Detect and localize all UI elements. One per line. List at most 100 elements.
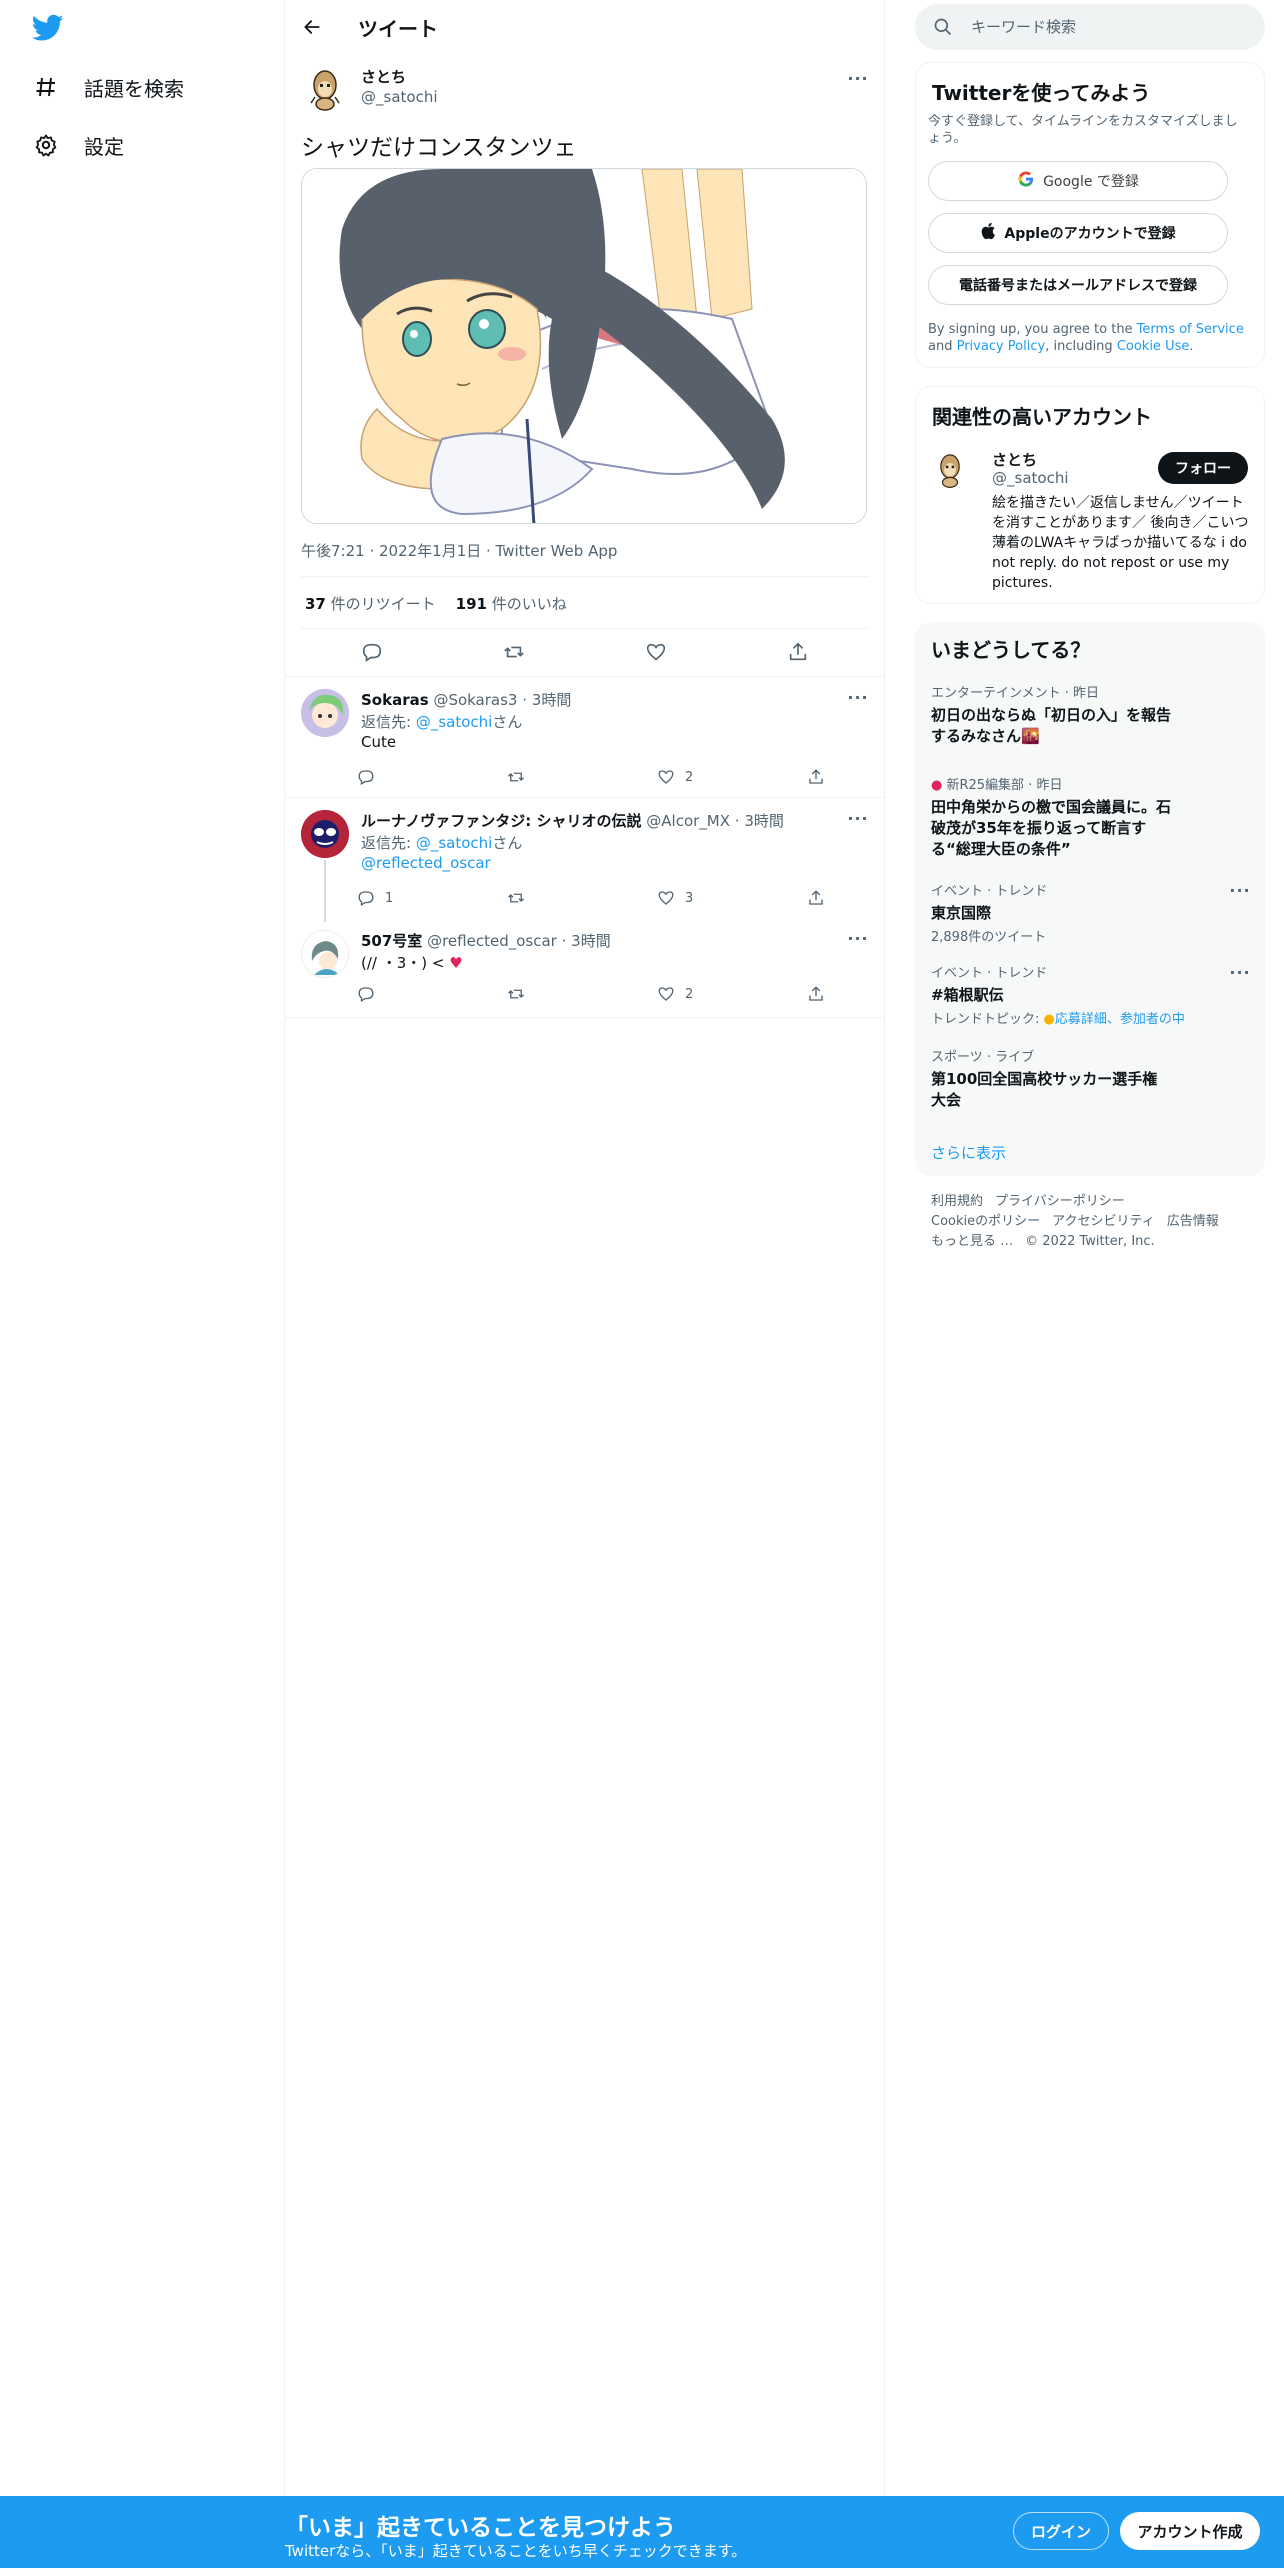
- trend-item[interactable]: エンターテインメント · 昨日 初日の出ならぬ「初日の入」を報告するみなさん🌇: [931, 682, 1251, 747]
- reply-author-handle[interactable]: @Alcor_MX: [646, 812, 730, 830]
- terms-link[interactable]: Terms of Service: [1137, 322, 1244, 337]
- footer-link[interactable]: Cookieのポリシー: [931, 1212, 1040, 1232]
- privacy-link[interactable]: Privacy Policy: [957, 339, 1046, 354]
- reply-author-name[interactable]: ルーナノヴァファンタジ: シャリオの伝説: [361, 812, 641, 830]
- avatar[interactable]: [301, 930, 349, 978]
- like-icon[interactable]: [636, 632, 676, 672]
- reply-button[interactable]: [357, 980, 467, 1008]
- avatar[interactable]: [301, 810, 349, 858]
- reply-text: (// ・3・) < ♥: [361, 954, 463, 972]
- like-button[interactable]: 2: [657, 980, 767, 1008]
- reply-to: 返信先: @_satochiさん: [361, 713, 523, 731]
- more-options-icon[interactable]: ···: [1227, 880, 1253, 900]
- reply-author-handle[interactable]: @Sokaras3: [433, 691, 517, 709]
- reply-to: 返信先: @_satochiさん: [361, 834, 523, 852]
- trend-item[interactable]: スポーツ · ライブ 第100回全国高校サッカー選手権大会: [931, 1046, 1251, 1111]
- reply-text[interactable]: @reflected_oscar: [361, 854, 491, 872]
- reply-tweet[interactable]: 507号室 @reflected_oscar · 3時間 (// ・3・) < …: [285, 918, 885, 1018]
- cookie-link[interactable]: Cookie Use: [1117, 339, 1190, 354]
- trends-title: いまどうしてる？: [931, 638, 1091, 662]
- share-button[interactable]: [807, 980, 827, 1008]
- nav-explore[interactable]: 話題を検索: [32, 67, 184, 107]
- retweet-button[interactable]: [507, 884, 617, 912]
- author-handle[interactable]: @_satochi: [361, 88, 438, 106]
- footer-link[interactable]: 利用規約: [931, 1192, 983, 1212]
- apple-icon: [980, 222, 996, 244]
- reply-tweet[interactable]: ルーナノヴァファンタジ: シャリオの伝説 @Alcor_MX · 3時間 返信先…: [285, 798, 885, 922]
- gear-icon: [32, 131, 60, 159]
- avatar[interactable]: [301, 689, 349, 737]
- tweet-author: さとち @_satochi ···: [301, 64, 871, 114]
- signup-button[interactable]: アカウント作成: [1120, 2512, 1260, 2550]
- footer-link[interactable]: アクセシビリティ: [1052, 1212, 1155, 1232]
- reply-time[interactable]: · 3時間: [522, 691, 571, 709]
- relevant-bio: 絵を描きたい／返信しません／ツイートを消すことがあります／ 後向き／こいつ薄着の…: [992, 495, 1249, 591]
- share-icon[interactable]: [778, 632, 818, 672]
- avatar[interactable]: [301, 64, 349, 112]
- bottom-bar-subtitle: Twitterなら、「いま」起きていることをいち早くチェックできます。: [285, 2542, 747, 2560]
- retweet-icon[interactable]: [494, 632, 534, 672]
- retweet-button[interactable]: [507, 763, 617, 791]
- retweet-stat[interactable]: 37 件のリツイート: [305, 593, 436, 614]
- heart-emoji-icon: ♥: [449, 954, 463, 972]
- hashtag-icon: [32, 73, 60, 101]
- share-button[interactable]: [807, 884, 827, 912]
- footer-link[interactable]: プライバシーポリシー: [995, 1192, 1125, 1212]
- more-options-icon[interactable]: ···: [845, 928, 871, 948]
- footer-link[interactable]: 広告情報: [1167, 1212, 1219, 1232]
- reply-button[interactable]: 1: [357, 884, 467, 912]
- more-options-icon[interactable]: ···: [1227, 962, 1253, 982]
- relevant-name[interactable]: さとち: [992, 449, 1037, 470]
- more-options-icon[interactable]: ···: [845, 808, 871, 828]
- fire-icon: ●: [931, 778, 943, 793]
- trend-topic-link[interactable]: 応募詳細、参加者の中: [1055, 1012, 1185, 1027]
- trend-item[interactable]: イベント · トレンド #箱根駅伝 トレンドトピック: ●応募詳細、参加者の中 …: [931, 962, 1253, 1028]
- reply-to-link[interactable]: @_satochi: [416, 834, 493, 852]
- bottom-signup-bar: 「いま」起きていることを見つけよう Twitterなら、「いま」起きていることを…: [0, 2496, 1284, 2568]
- reply-time[interactable]: · 3時間: [735, 812, 784, 830]
- nav-settings[interactable]: 設定: [32, 125, 124, 165]
- trend-title: 第100回全国高校サッカー選手権大会: [931, 1070, 1158, 1109]
- relevant-handle[interactable]: @_satochi: [992, 469, 1069, 487]
- divider: [301, 576, 869, 577]
- show-more-link[interactable]: さらに表示: [931, 1142, 1006, 1163]
- footer-links: 利用規約 プライバシーポリシー Cookieのポリシー アクセシビリティ 広告情報 も…: [931, 1192, 1251, 1252]
- twitter-logo-icon[interactable]: [31, 14, 66, 44]
- phone-email-signup-button[interactable]: 電話番号またはメールアドレスで登録: [928, 265, 1228, 305]
- google-signup-button[interactable]: Google で登録: [928, 161, 1228, 201]
- avatar[interactable]: [930, 449, 970, 489]
- footer-link[interactable]: もっと見る …: [931, 1232, 1013, 1252]
- reply-actions: 2: [357, 763, 827, 791]
- reply-author-handle[interactable]: @reflected_oscar: [427, 932, 557, 950]
- reply-to-link[interactable]: @_satochi: [416, 713, 493, 731]
- login-button[interactable]: ログイン: [1013, 2512, 1109, 2550]
- reply-text: Cute: [361, 733, 397, 751]
- reply-button[interactable]: [357, 763, 467, 791]
- handshake-icon: ●: [1043, 1012, 1055, 1027]
- trend-item[interactable]: ● 新R25編集部 · 昨日 田中角栄からの檄で国会議員に。石破茂が35年を振り…: [931, 774, 1251, 860]
- apple-signup-button[interactable]: Appleのアカウントで登録: [928, 213, 1228, 253]
- more-options-icon[interactable]: ···: [845, 687, 871, 707]
- google-icon: [1017, 170, 1035, 192]
- reply-time[interactable]: · 3時間: [562, 932, 611, 950]
- back-arrow-icon[interactable]: [299, 14, 325, 40]
- share-button[interactable]: [807, 763, 827, 791]
- trend-category: イベント · トレンド: [931, 884, 1048, 899]
- like-button[interactable]: 2: [657, 763, 767, 791]
- tweet-timestamp[interactable]: 午後7:21 · 2022年1月1日 · Twitter Web App: [301, 540, 617, 561]
- search-input[interactable]: [971, 4, 1251, 50]
- signup-title: Twitterを使ってみよう: [932, 81, 1151, 105]
- reply-author-name[interactable]: 507号室: [361, 932, 422, 950]
- retweet-button[interactable]: [507, 980, 617, 1008]
- search-box[interactable]: [915, 4, 1265, 50]
- more-options-icon[interactable]: ···: [845, 68, 871, 88]
- reply-author-name[interactable]: Sokaras: [361, 691, 429, 709]
- like-button[interactable]: 3: [657, 884, 767, 912]
- author-name[interactable]: さとち: [361, 66, 406, 87]
- follow-button[interactable]: フォロー: [1158, 452, 1248, 484]
- trend-item[interactable]: イベント · トレンド 東京国際 2,898件のツイート ···: [931, 880, 1253, 946]
- tweet-image[interactable]: [301, 168, 867, 524]
- like-stat[interactable]: 191 件のいいね: [456, 593, 567, 614]
- reply-tweet[interactable]: Sokaras @Sokaras3 · 3時間 返信先: @_satochiさん…: [285, 677, 885, 798]
- reply-icon[interactable]: [352, 632, 392, 672]
